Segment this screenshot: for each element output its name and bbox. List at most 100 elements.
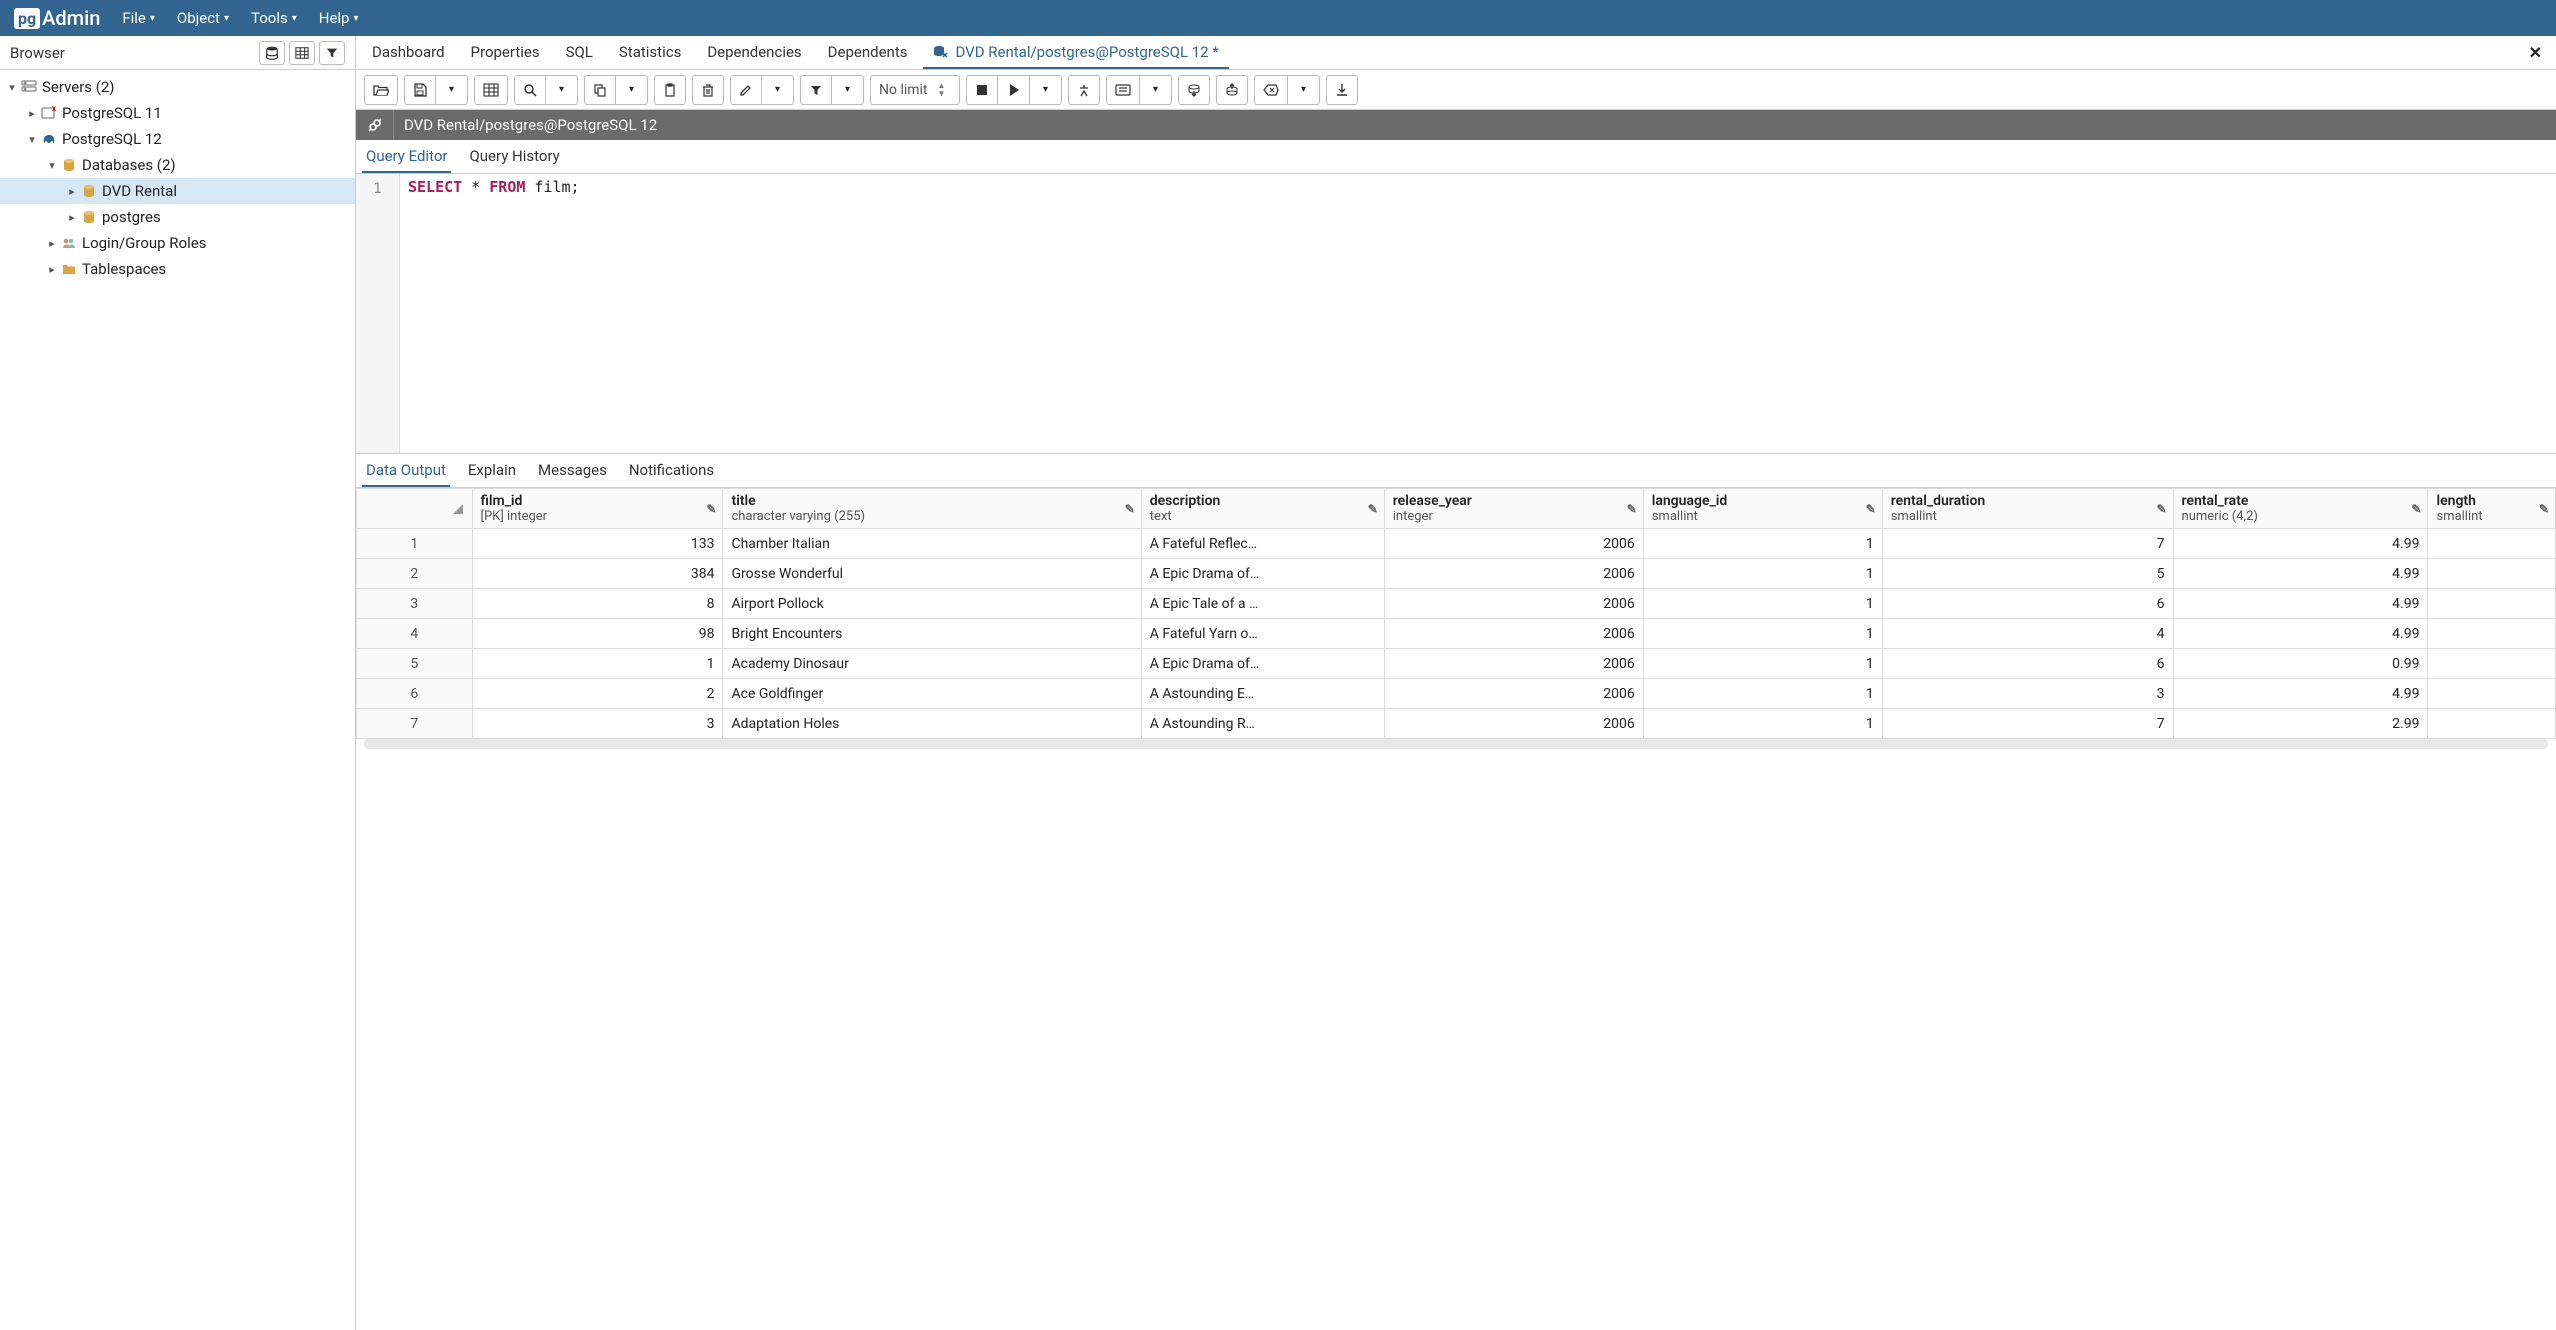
cell[interactable]: Chamber Italian [723,529,1141,559]
filter-dropdown[interactable]: ▾ [832,75,864,105]
filter-button[interactable] [800,75,832,105]
cell[interactable]: Bright Encounters [723,619,1141,649]
sql-editor[interactable]: 1 SELECT * FROM film; [356,174,2556,454]
cell[interactable]: 7 [1882,709,2173,739]
tab-statistics[interactable]: Statistics [609,37,691,69]
cell[interactable]: 4 [1882,619,2173,649]
cell[interactable]: 3 [1882,679,2173,709]
expand-icon[interactable]: ▸ [44,263,60,276]
column-header-release_year[interactable]: release_yearinteger✎ [1384,489,1643,529]
table-row[interactable]: 498Bright EncountersA Fateful Yarn o…200… [357,619,2556,649]
cell[interactable] [2428,619,2556,649]
cell[interactable]: 2006 [1384,709,1643,739]
cell[interactable]: 98 [472,619,723,649]
execute-button[interactable] [998,75,1030,105]
copy-dropdown[interactable]: ▾ [616,75,648,105]
cell[interactable]: Grosse Wonderful [723,559,1141,589]
cell[interactable]: Ace Goldfinger [723,679,1141,709]
tab-dependents[interactable]: Dependents [818,37,918,69]
table-row[interactable]: 1133Chamber ItalianA Fateful Reflec…2006… [357,529,2556,559]
cell[interactable]: 2 [472,679,723,709]
cell[interactable]: 6 [1882,589,2173,619]
browser-tool-db-icon[interactable] [259,41,285,65]
cell[interactable]: 1 [1643,529,1882,559]
cell[interactable]: 1 [1643,649,1882,679]
edit-button[interactable] [730,75,762,105]
tree-node-login-roles[interactable]: ▸ Login/Group Roles [0,230,355,256]
explain-analyze-button[interactable] [1106,75,1140,105]
tree-node-databases[interactable]: ▾ Databases (2) [0,152,355,178]
cell[interactable]: A Astounding R… [1141,709,1384,739]
cell[interactable]: 2006 [1384,649,1643,679]
tab-query-editor[interactable]: Query Editor [362,141,451,173]
download-button[interactable] [1326,75,1358,105]
cell[interactable]: 4.99 [2173,559,2428,589]
cell[interactable]: 4.99 [2173,529,2428,559]
expand-icon[interactable]: ▸ [64,211,80,224]
cell[interactable]: 1 [1643,709,1882,739]
row-number-cell[interactable]: 3 [357,589,473,619]
column-header-rental_duration[interactable]: rental_durationsmallint✎ [1882,489,2173,529]
cell[interactable]: 2006 [1384,529,1643,559]
close-tab-button[interactable]: ✕ [2521,43,2550,62]
explain-dropdown[interactable]: ▾ [1140,75,1172,105]
tree-node-servers[interactable]: ▾ Servers (2) [0,74,355,100]
tree-node-pg12[interactable]: ▾ PostgreSQL 12 [0,126,355,152]
delete-button[interactable] [692,75,724,105]
tree-node-tablespaces[interactable]: ▸ Tablespaces [0,256,355,282]
cell[interactable]: 5 [1882,559,2173,589]
cell[interactable]: A Epic Drama of… [1141,559,1384,589]
tab-data-output[interactable]: Data Output [362,455,450,487]
menu-help[interactable]: Help▾ [319,9,359,27]
paste-button[interactable] [654,75,686,105]
cell[interactable]: 1 [472,649,723,679]
cell[interactable]: Airport Pollock [723,589,1141,619]
cell[interactable]: A Epic Tale of a … [1141,589,1384,619]
tab-dependencies[interactable]: Dependencies [697,37,811,69]
clear-dropdown[interactable]: ▾ [1288,75,1320,105]
column-header-language_id[interactable]: language_idsmallint✎ [1643,489,1882,529]
cell[interactable] [2428,559,2556,589]
tab-notifications[interactable]: Notifications [625,455,718,487]
expand-icon[interactable]: ▸ [44,237,60,250]
cell[interactable] [2428,709,2556,739]
stop-button[interactable] [966,75,998,105]
column-header-rental_rate[interactable]: rental_ratenumeric (4,2)✎ [2173,489,2428,529]
row-number-header[interactable] [357,489,473,529]
copy-button[interactable] [584,75,616,105]
edit-dropdown[interactable]: ▾ [762,75,794,105]
tree-node-dvd-rental[interactable]: ▸ DVD Rental [0,178,355,204]
clear-button[interactable] [1254,75,1288,105]
tab-explain[interactable]: Explain [464,455,520,487]
save-dropdown[interactable]: ▾ [436,75,468,105]
cell[interactable]: 1 [1643,589,1882,619]
row-number-cell[interactable]: 4 [357,619,473,649]
table-row[interactable]: 62Ace GoldfingerA Astounding E…2006134.9… [357,679,2556,709]
column-header-length[interactable]: lengthsmallint✎ [2428,489,2556,529]
table-row[interactable]: 2384Grosse WonderfulA Epic Drama of…2006… [357,559,2556,589]
column-header-film_id[interactable]: film_id[PK] integer✎ [472,489,723,529]
tab-properties[interactable]: Properties [461,37,550,69]
table-row[interactable]: 38Airport PollockA Epic Tale of a …20061… [357,589,2556,619]
cell[interactable]: 2006 [1384,679,1643,709]
tree-node-postgres[interactable]: ▸ postgres [0,204,355,230]
commit-button[interactable] [1178,75,1210,105]
cell[interactable]: 6 [1882,649,2173,679]
cell[interactable] [2428,529,2556,559]
tab-query-tool[interactable]: DVD Rental/postgres@PostgreSQL 12 * [923,37,1228,69]
cell[interactable]: 8 [472,589,723,619]
cell[interactable]: 0.99 [2173,649,2428,679]
sql-code[interactable]: SELECT * FROM film; [400,174,2556,453]
open-file-button[interactable] [364,75,398,105]
explain-button[interactable] [1068,75,1100,105]
table-row[interactable]: 51Academy DinosaurA Epic Drama of…200616… [357,649,2556,679]
cell[interactable]: 2.99 [2173,709,2428,739]
cell[interactable]: 2006 [1384,559,1643,589]
expand-icon[interactable]: ▸ [64,185,80,198]
cell[interactable]: 4.99 [2173,679,2428,709]
cell[interactable] [2428,679,2556,709]
menu-file[interactable]: File▾ [122,9,155,27]
tab-query-history[interactable]: Query History [465,141,563,173]
cell[interactable]: 384 [472,559,723,589]
tab-messages[interactable]: Messages [534,455,611,487]
